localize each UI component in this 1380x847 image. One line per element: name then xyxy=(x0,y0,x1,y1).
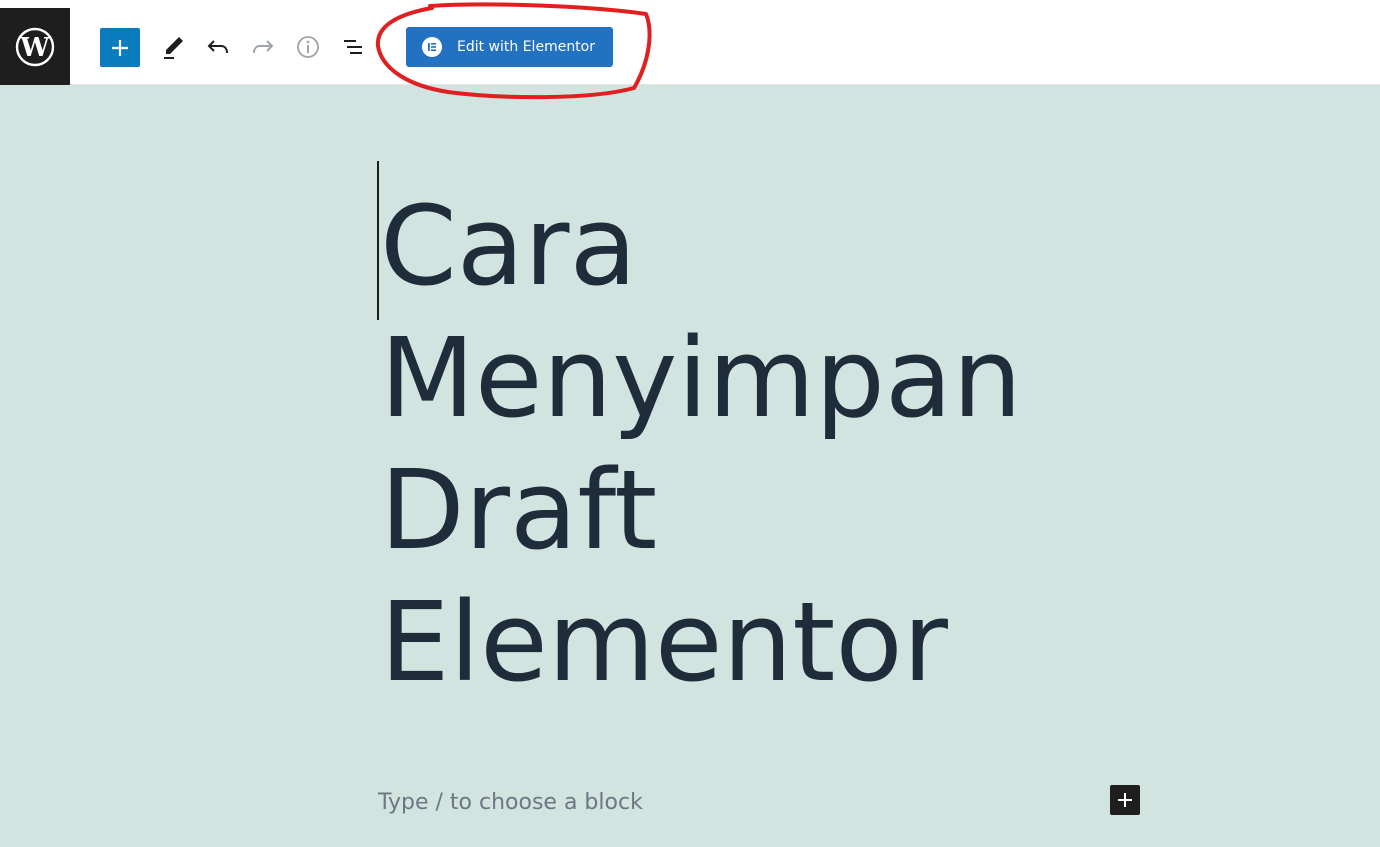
block-inserter-button[interactable] xyxy=(1110,785,1140,815)
edit-tool-button[interactable] xyxy=(156,30,190,64)
plus-icon xyxy=(1118,793,1132,807)
plus-icon xyxy=(112,39,128,56)
wordpress-logo-icon[interactable]: W xyxy=(0,8,70,85)
editor-top-toolbar: W Edit with Elementor xyxy=(0,0,1380,85)
text-cursor xyxy=(377,161,379,320)
redo-icon xyxy=(253,40,274,54)
svg-text:W: W xyxy=(19,33,50,63)
list-view-icon xyxy=(344,40,362,54)
elementor-icon xyxy=(422,37,442,57)
info-icon xyxy=(297,36,319,58)
undo-icon xyxy=(207,40,228,54)
edit-with-elementor-label: Edit with Elementor xyxy=(457,39,595,55)
edit-with-elementor-button[interactable]: Edit with Elementor xyxy=(406,27,613,67)
pencil-icon xyxy=(164,37,183,59)
undo-button[interactable] xyxy=(201,30,235,64)
block-placeholder[interactable]: Type / to choose a block xyxy=(378,790,643,815)
post-title[interactable]: Cara Menyimpan Draft Elementor xyxy=(380,180,1080,708)
add-block-button[interactable] xyxy=(100,28,140,67)
details-button[interactable] xyxy=(291,30,325,64)
list-view-button[interactable] xyxy=(336,30,370,64)
redo-button[interactable] xyxy=(246,30,280,64)
